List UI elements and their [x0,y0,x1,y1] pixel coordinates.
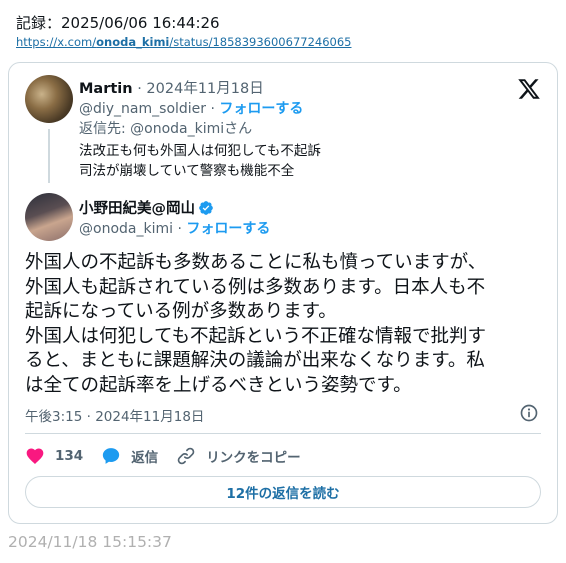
record-url-suffix: /status/1858393600677246065 [169,35,352,49]
record-url-user: onoda_kimi [96,35,170,49]
main-follow-button[interactable]: フォローする [186,221,270,237]
actions-divider [25,433,541,434]
main-tweet-line: 起訴になっている例が多数あります。 [25,301,337,322]
info-icon[interactable] [519,403,539,423]
main-tweet-line: 外国人も起訴されている例は多数あります。日本人も不 [25,276,486,298]
like-count: 134 [55,448,84,464]
main-tweet-text: 外国人の不起訴も多数あることに私も憤っていますが、 外国人も起訴されている例は多… [25,251,545,398]
tweet-embed-card: Martin · 2024年11月18日 @diy_nam_soldier · … [8,62,558,524]
record-header: 記録：2025/06/06 16:44:26 [16,14,220,32]
parent-handle-row: @diy_nam_soldier · フォローする [79,98,303,118]
main-handle-separator: · [177,221,182,237]
main-author-name[interactable]: 小野田紀美@岡山 [79,197,195,218]
parent-separator: · [137,81,142,97]
main-tweet-line: は全ての起訴率を上げるべきという姿勢です。 [25,374,412,396]
action-bar: 134 返信 リンクをコピー [25,445,319,467]
reply-bubble-icon [103,448,120,464]
copy-link-label: リンクをコピー [206,450,301,466]
main-tweet-timestamp[interactable]: 午後3:15 · 2024年11月18日 [25,405,204,425]
parent-date[interactable]: 2024年11月18日 [146,81,263,97]
main-tweet-line: ると、まともに課題解決の議論が出来なくなります。私 [25,350,485,371]
thread-connector-line [48,129,50,183]
parent-author-name[interactable]: Martin [79,81,133,97]
read-replies-button[interactable]: 12件の返信を読む [25,476,541,508]
parent-handle[interactable]: @diy_nam_soldier [79,101,206,117]
reply-button[interactable]: 返信 [101,446,158,466]
parent-avatar[interactable] [25,75,73,123]
main-handle-row: @onoda_kimi · フォローする [79,218,270,238]
parent-author-row: Martin · 2024年11月18日 [79,77,264,98]
heart-icon [26,448,44,464]
parent-follow-button[interactable]: フォローする [219,101,303,117]
parent-tweet-line: 司法が崩壊していて警察も機能不全 [79,163,295,179]
link-icon [177,447,195,465]
x-logo-icon[interactable] [517,77,541,101]
verified-badge-icon [199,200,213,215]
reply-to-label: 返信先: @onoda_kimiさん [79,121,253,137]
copy-link-button[interactable]: リンクをコピー [176,446,301,466]
main-avatar[interactable] [25,193,73,241]
footer-timestamp: 2024/11/18 15:15:37 [8,533,172,551]
parent-tweet-line: 法改正も何も外国人は何犯しても不起訴 [79,143,321,159]
reply-label: 返信 [131,450,159,466]
like-button[interactable]: 134 [25,446,83,466]
record-url-prefix: https://x.com/ [16,35,97,49]
record-url-link[interactable]: https://x.com/onoda_kimi/status/18583936… [16,35,351,49]
main-tweet-line: 外国人の不起訴も多数あることに私も憤っていますが、 [25,252,487,273]
main-author-row: 小野田紀美@岡山 [79,197,214,218]
main-tweet-line: 外国人は何犯しても不起訴という不正確な情報で批判す [25,325,487,347]
parent-tweet-text: 法改正も何も外国人は何犯しても不起訴 司法が崩壊していて警察も機能不全 [79,141,321,181]
main-handle[interactable]: @onoda_kimi [79,221,173,237]
parent-handle-separator: · [210,101,215,117]
